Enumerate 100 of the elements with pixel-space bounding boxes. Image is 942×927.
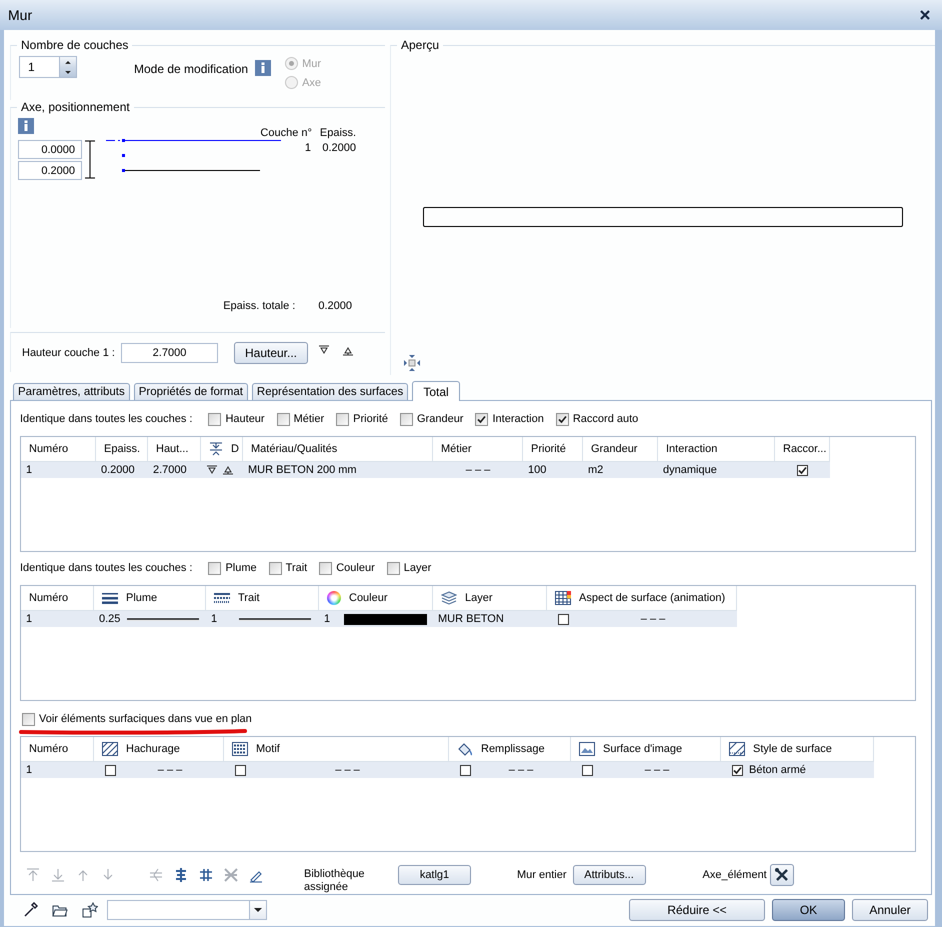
column-header[interactable]: Aspect de surface (animation) <box>579 592 726 604</box>
checkbox-label[interactable]: Trait <box>286 562 308 574</box>
row-label: Identique dans toutes les couches : <box>20 562 192 574</box>
checkbox[interactable] <box>732 764 743 776</box>
level-above-icon <box>342 346 354 356</box>
column-header[interactable]: Numéro <box>29 743 68 755</box>
column-header[interactable]: Priorité <box>531 443 566 455</box>
table-cell-text: – – – <box>640 613 666 625</box>
column-header[interactable]: Raccor... <box>783 443 826 455</box>
group-label: Aperçu <box>400 38 440 52</box>
checkbox[interactable] <box>319 562 332 574</box>
pipette-icon[interactable] <box>22 902 38 918</box>
checkbox[interactable] <box>582 764 593 776</box>
table-cell: Béton armé <box>749 764 806 776</box>
checkbox[interactable] <box>797 464 808 476</box>
column-header[interactable]: Epaiss. <box>104 443 140 455</box>
radio-label: Mur <box>302 58 322 70</box>
table-cell: MUR BETON <box>438 613 504 625</box>
checkbox[interactable] <box>268 562 282 574</box>
info-icon[interactable] <box>18 118 34 134</box>
checkbox-label[interactable]: Métier <box>294 413 324 425</box>
checkbox-label[interactable]: Raccord auto <box>572 413 638 425</box>
column-header[interactable]: D <box>231 443 239 455</box>
checkbox[interactable] <box>235 764 246 776</box>
column-header[interactable]: Numéro <box>29 592 68 604</box>
tab[interactable]: Propriétés de format <box>134 383 248 400</box>
checkbox-label[interactable]: Grandeur <box>417 413 464 425</box>
column-header[interactable]: Numéro <box>29 443 68 455</box>
column-header[interactable]: Hachurage <box>126 743 180 755</box>
checkbox[interactable] <box>105 764 116 776</box>
column-header[interactable]: Motif <box>256 743 280 755</box>
dialog-button[interactable]: Annuler <box>852 899 928 921</box>
checkbox[interactable] <box>556 412 569 426</box>
column-header[interactable]: Style de surface <box>753 743 832 755</box>
tools-button[interactable] <box>770 864 794 886</box>
height-button[interactable]: Hauteur... <box>234 342 308 364</box>
checkbox-label[interactable]: Couleur <box>336 562 375 574</box>
checkbox[interactable] <box>400 412 413 426</box>
checkbox[interactable] <box>475 412 488 426</box>
column-header[interactable]: Layer <box>465 592 493 604</box>
layer-split-icon[interactable] <box>198 867 214 883</box>
favorite-icon[interactable] <box>82 902 98 918</box>
offset-field[interactable]: 0.2000 <box>18 161 82 180</box>
level-below-icon <box>318 344 330 354</box>
layer-count-spinner[interactable]: 1 <box>19 56 77 78</box>
library-button[interactable]: katlg1 <box>398 865 471 885</box>
tab[interactable]: Représentation des surfaces <box>252 383 408 400</box>
checkbox[interactable] <box>386 562 400 574</box>
hatch-grid-icon <box>729 742 745 756</box>
height-field[interactable]: 2.7000 <box>121 342 218 362</box>
tools-icon <box>774 867 790 883</box>
table-cell: m2 <box>588 464 604 476</box>
table-cell-text: 0.2000 <box>321 142 357 156</box>
column-header[interactable]: Couleur <box>349 592 388 604</box>
checkbox[interactable] <box>22 712 35 726</box>
checkbox[interactable] <box>208 562 222 574</box>
column-header[interactable]: Remplissage <box>481 743 545 755</box>
attributes-button[interactable]: Attributs... <box>572 865 646 885</box>
column-header[interactable]: Surface d'image <box>603 743 682 755</box>
table-cell-text: 1 <box>304 142 312 156</box>
table-row[interactable]: 1 0.25 1 1 MUR BETON – – – <box>21 611 737 627</box>
column-header[interactable]: Plume <box>126 592 158 604</box>
checkbox-label[interactable]: Plume <box>225 562 257 574</box>
info-icon[interactable] <box>255 60 272 76</box>
checkbox[interactable] <box>208 412 222 426</box>
line-style-icon <box>214 592 230 604</box>
column-header: Couche n° <box>260 127 312 139</box>
checkbox-label[interactable]: Interaction <box>492 413 544 425</box>
column-header[interactable]: Haut... <box>156 443 188 455</box>
tab[interactable]: Paramètres, attributs <box>13 383 130 400</box>
close-icon[interactable] <box>920 10 930 20</box>
table-row[interactable]: 1 – – – – – – – – – – – – Béton armé <box>21 762 874 778</box>
layer-insert-icon[interactable] <box>173 867 189 883</box>
table-row[interactable]: 1 0.2000 2.7000 MUR BETON 200 mm – – – 100 m2 dynamique <box>21 462 830 478</box>
thickness-bracket-icon <box>84 139 96 181</box>
checkbox-label[interactable]: Priorité <box>353 413 388 425</box>
column-header[interactable]: Interaction <box>666 443 718 455</box>
column-header[interactable]: Trait <box>238 592 260 604</box>
checkbox[interactable] <box>276 412 290 426</box>
dialog-button[interactable]: OK <box>772 899 845 921</box>
layers-icon <box>441 591 457 605</box>
offset-field[interactable]: 0.0000 <box>18 140 82 159</box>
total-value: 0.2000 <box>318 300 352 312</box>
checkbox-label[interactable]: Layer <box>404 562 432 574</box>
caret-icon[interactable] <box>254 908 262 912</box>
column-header[interactable]: Grandeur <box>591 443 638 455</box>
zoom-extents-icon[interactable] <box>404 355 420 371</box>
checkbox[interactable] <box>460 764 471 776</box>
field-label: Mur entier <box>517 869 567 881</box>
column-header[interactable]: Métier <box>441 443 472 455</box>
color-wheel-icon <box>327 591 341 605</box>
dialog-button[interactable]: Réduire << <box>629 899 765 921</box>
checkbox[interactable] <box>558 614 569 624</box>
checkbox-label[interactable]: Voir éléments surfaciques dans vue en plan <box>39 713 252 725</box>
total-label: Epaiss. totale : <box>223 300 296 312</box>
tab[interactable]: Total <box>412 381 460 401</box>
table-cell: – – – <box>466 464 490 476</box>
checkbox-label[interactable]: Hauteur <box>225 413 265 425</box>
column-header[interactable]: Matériau/Qualités <box>251 443 338 455</box>
checkbox[interactable] <box>336 412 350 426</box>
